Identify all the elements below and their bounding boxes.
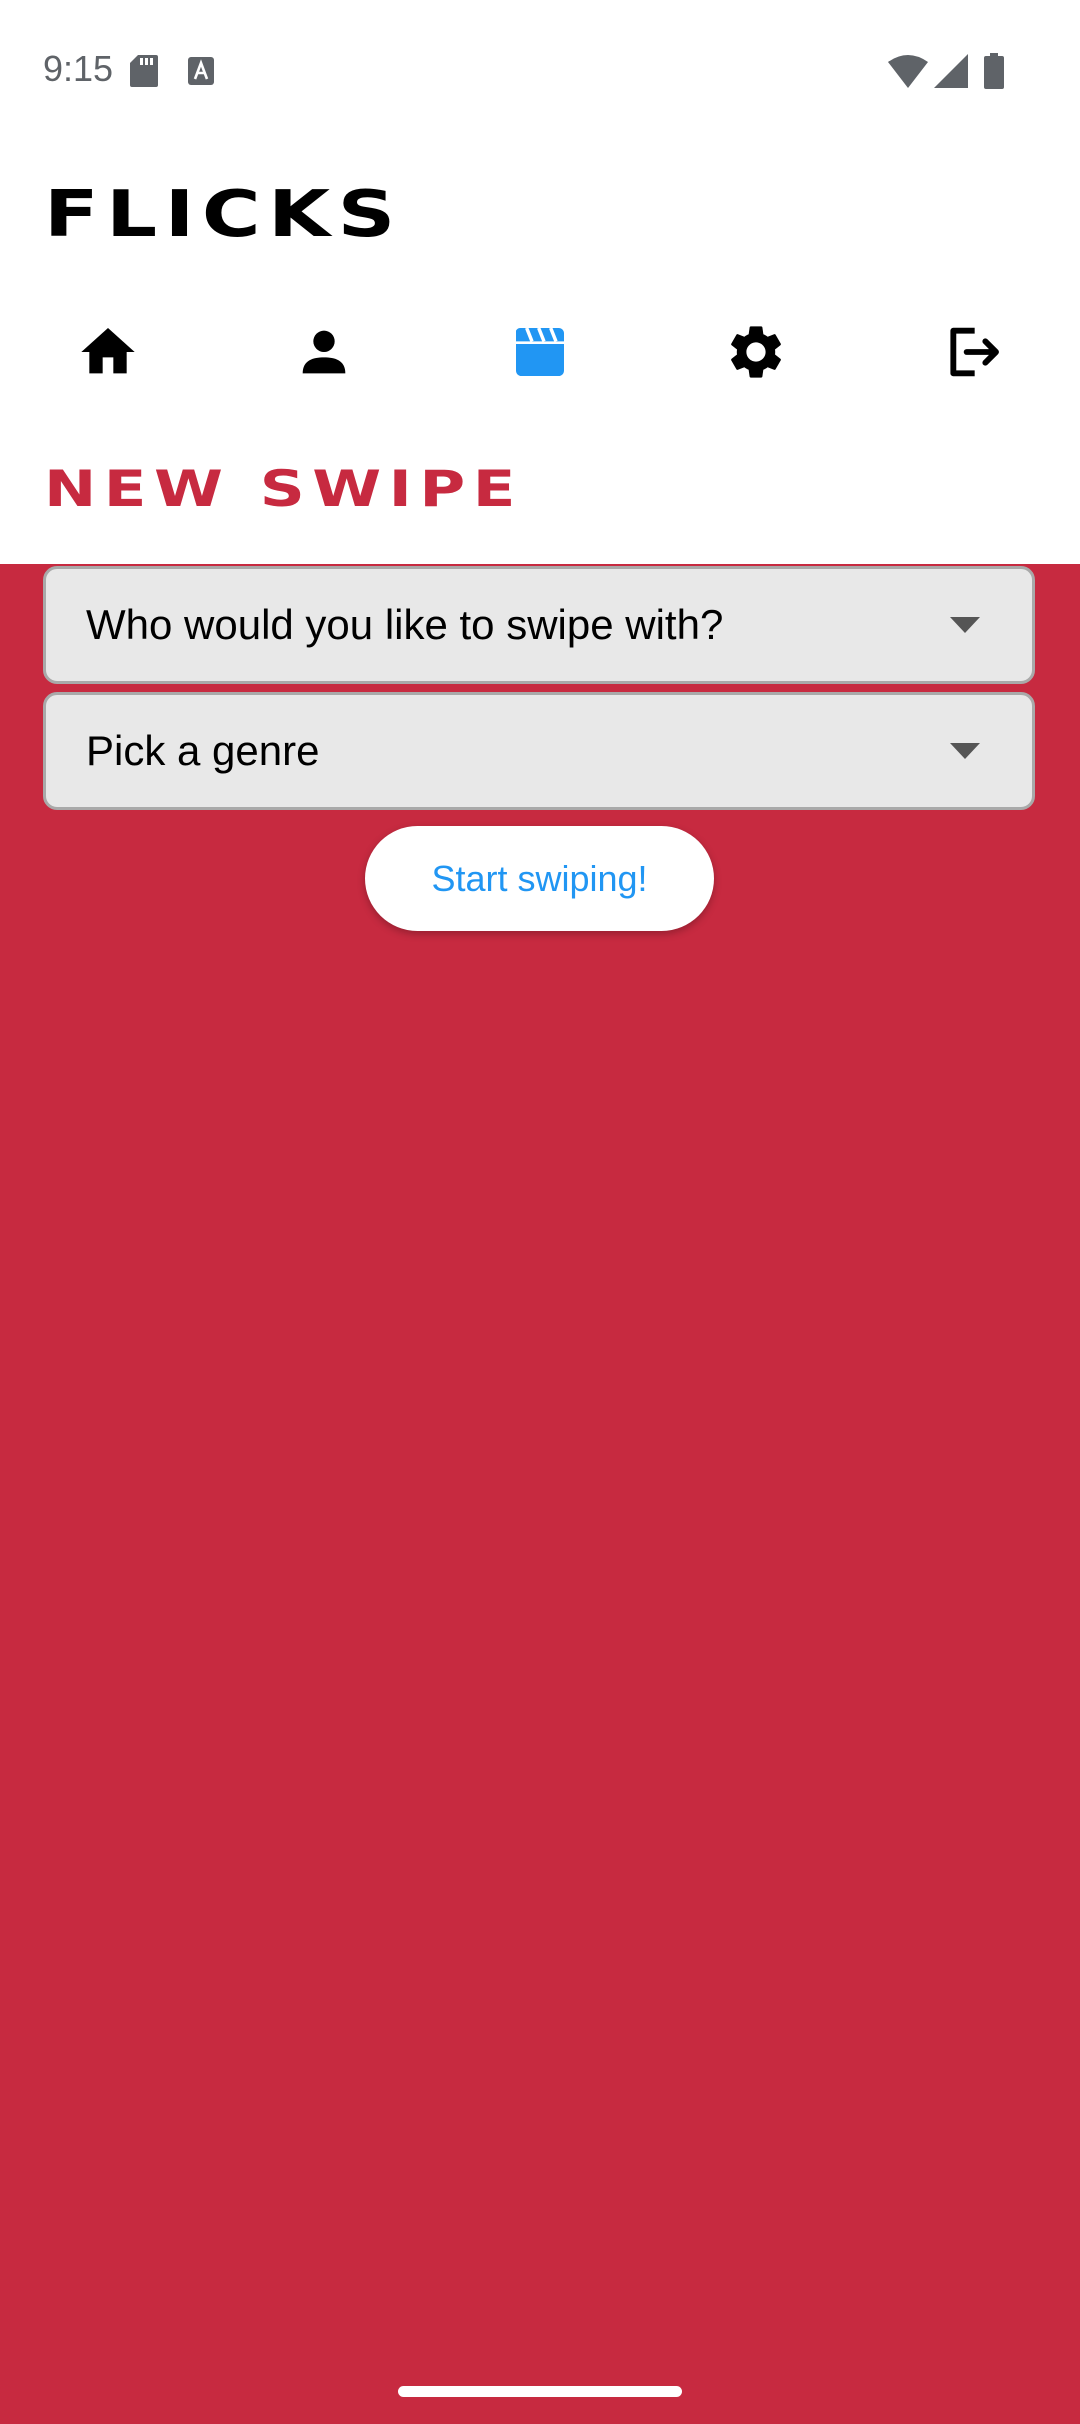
app-title: FLICKS <box>44 178 403 252</box>
home-icon <box>81 328 135 374</box>
page-title: NEW SWIPE <box>44 460 523 518</box>
genre-select-placeholder: Pick a genre <box>86 727 320 774</box>
nav-home[interactable] <box>76 320 140 384</box>
a-badge-icon <box>188 57 214 85</box>
chevron-down-icon <box>950 743 980 759</box>
sd-card-icon <box>130 55 158 87</box>
home-indicator[interactable] <box>398 2386 682 2397</box>
nav-bar <box>0 300 1080 400</box>
nav-profile[interactable] <box>292 320 356 384</box>
nav-swipe[interactable] <box>508 320 572 384</box>
friend-select[interactable]: Who would you like to swipe with? <box>43 566 1035 684</box>
person-icon <box>302 330 346 374</box>
battery-icon <box>984 53 1004 89</box>
logout-icon <box>950 327 999 377</box>
status-time: 9:15 <box>43 48 114 89</box>
gear-icon <box>731 326 781 378</box>
header-area: 9:15 FLICKS NEW SWIPE <box>0 0 1080 564</box>
clapperboard-icon <box>516 327 564 376</box>
genre-select[interactable]: Pick a genre <box>43 692 1035 810</box>
start-swiping-button[interactable]: Start swiping! <box>365 826 714 931</box>
friend-select-placeholder: Who would you like to swipe with? <box>86 601 724 648</box>
chevron-down-icon <box>950 617 980 633</box>
signal-icon <box>934 54 968 88</box>
status-bar: 9:15 <box>0 0 1080 140</box>
wifi-icon <box>888 55 928 88</box>
nav-settings[interactable] <box>724 320 788 384</box>
nav-logout[interactable] <box>940 320 1004 384</box>
